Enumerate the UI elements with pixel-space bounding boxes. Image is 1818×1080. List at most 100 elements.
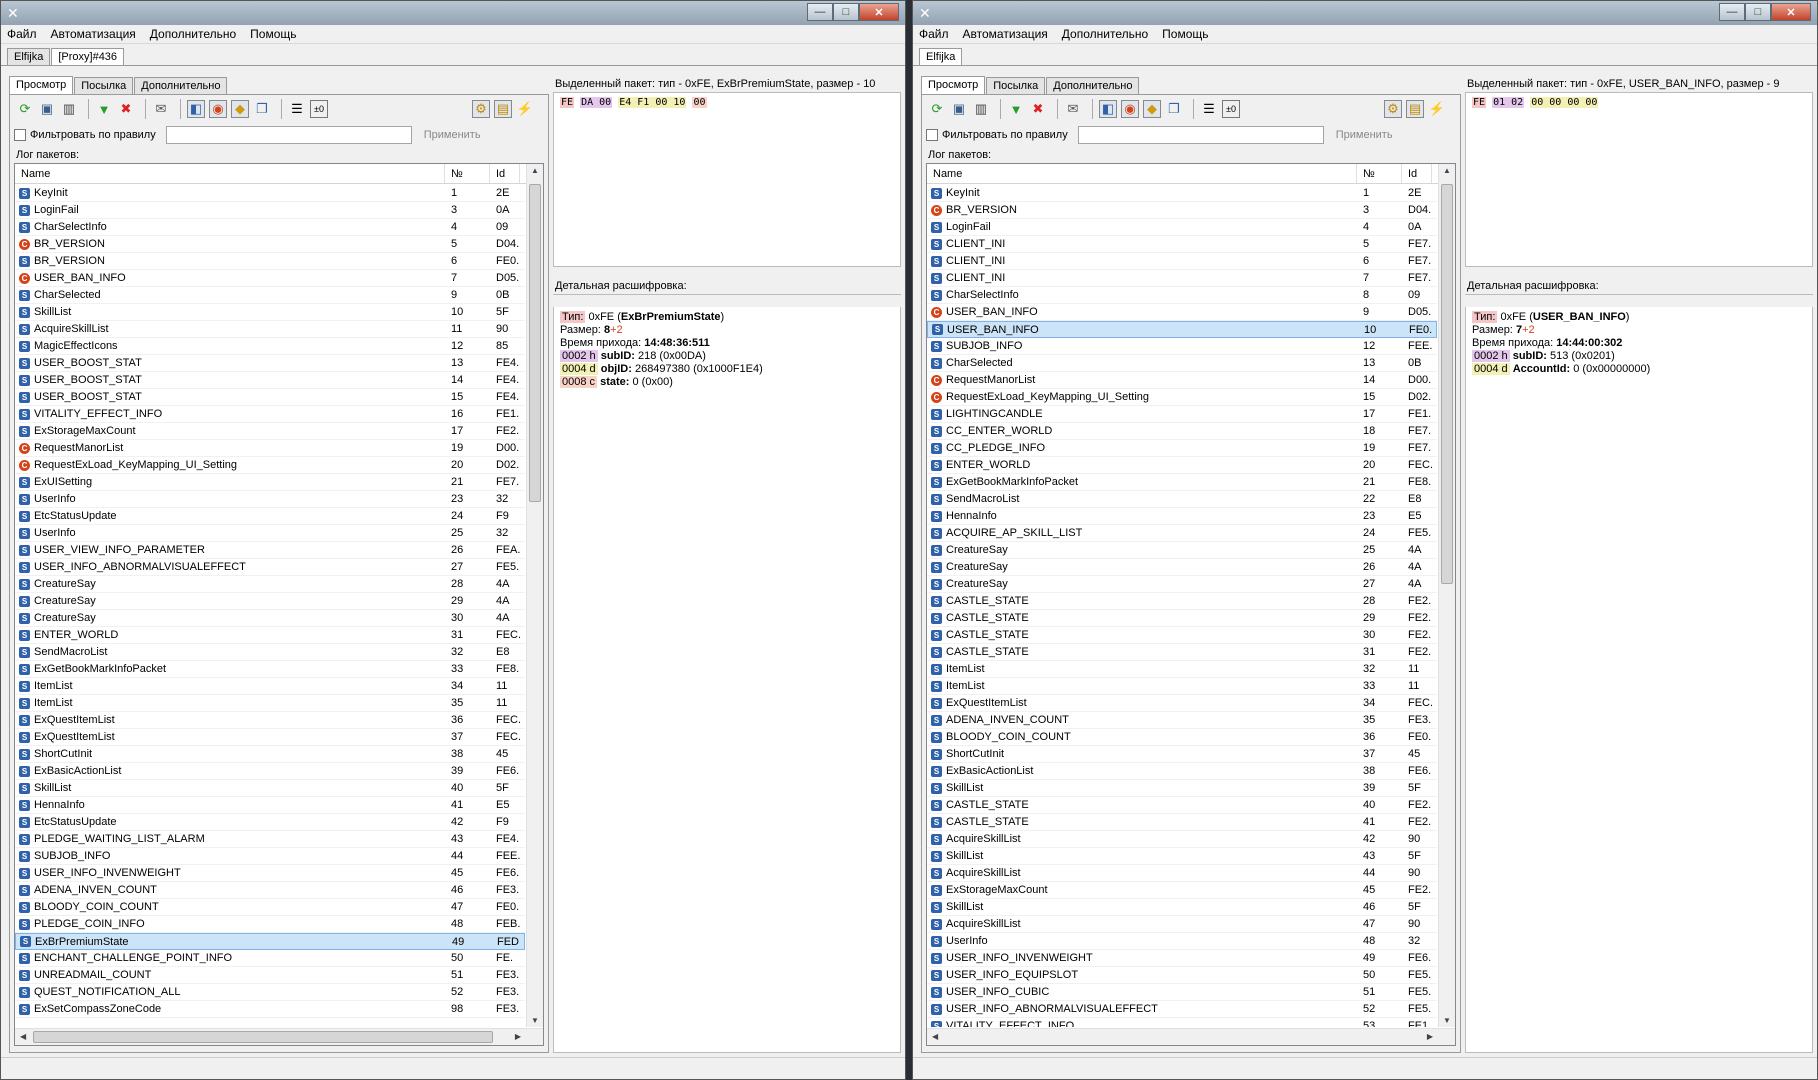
scroll-right-icon[interactable]: ▶ [515,1032,521,1041]
table-row[interactable]: S ExBasicActionList 39 FE6. [15,763,525,780]
table-row[interactable]: S CharSelectInfo 8 09 [927,287,1437,304]
title-bar[interactable]: ✕ — □ ✕ [913,1,1817,25]
table-row[interactable]: S HennaInfo 23 E5 [927,508,1437,525]
table-row[interactable]: S CreatureSay 29 4A [15,593,525,610]
detail-field[interactable]: 0004 d objID: 268497380 (0x1000F1E4) [560,363,894,376]
clear-icon[interactable]: ✖ [1029,100,1047,118]
save-icon[interactable]: ▣ [38,100,56,118]
table-row[interactable]: S SkillList 40 5F [15,780,525,797]
table-row[interactable]: S UNREADMAIL_COUNT 51 FE3. [15,967,525,984]
table-row[interactable]: S ExUISetting 21 FE7. [15,474,525,491]
table-row[interactable]: S CreatureSay 25 4A [927,542,1437,559]
tab-elfijka[interactable]: Elfijka [919,48,963,65]
filter-icon[interactable]: ▼ [1007,100,1025,118]
table-row[interactable]: S LoginFail 3 0A [15,202,525,219]
scroll-thumb[interactable] [1441,184,1453,584]
table-row[interactable]: S BR_VERSION 6 FE0. [15,253,525,270]
script-icon[interactable]: ⚙ [472,100,490,118]
table-row[interactable]: S CASTLE_STATE 41 FE2... [927,814,1437,831]
number-format-icon[interactable]: ±0 [310,100,328,118]
minimize-button[interactable]: — [1719,3,1745,21]
client-packets-icon[interactable]: ◉ [209,100,227,118]
table-row[interactable]: S KeyInit 1 2E [15,185,525,202]
table-row[interactable]: S CLIENT_INI 7 FE7... [927,270,1437,287]
vertical-scrollbar[interactable]: ▲ ▼ [526,164,543,1027]
table-row[interactable]: C RequestManorList 19 D00. [15,440,525,457]
table-row[interactable]: S USER_INFO_INVENWEIGHT 45 FE6. [15,865,525,882]
menu-file[interactable]: Файл [919,27,949,41]
table-row[interactable]: S USER_VIEW_INFO_PARAMETER 26 FEA. [15,542,525,559]
table-row[interactable]: S SkillList 10 5F [15,304,525,321]
save-icon[interactable]: ▣ [950,100,968,118]
table-row[interactable]: S SendMacroList 22 E8 [927,491,1437,508]
server-packets-icon[interactable]: ◧ [1099,100,1117,118]
table-row[interactable]: S SUBJOB_INFO 12 FEE... [927,338,1437,355]
tab-view[interactable]: Просмотр [921,76,986,94]
scroll-left-icon[interactable]: ◀ [20,1032,26,1041]
hex-bytes[interactable]: 01 02 [1492,97,1525,108]
horizontal-scrollbar[interactable]: ◀ ▶ [15,1028,543,1045]
table-row[interactable]: C RequestExLoad_KeyMapping_UI_Setting 15 D0… [927,389,1437,406]
table-row[interactable]: S ADENA_INVEN_COUNT 35 FE3... [927,712,1437,729]
hex-bytes[interactable]: FE [1472,97,1487,108]
table-row[interactable]: C RequestExLoad_KeyMapping_UI_Setting 20 D0… [15,457,525,474]
table-row[interactable]: S VITALITY_EFFECT_INFO 53 FE1... [927,1018,1437,1027]
scroll-down-icon[interactable]: ▼ [531,1016,539,1025]
scroll-up-icon[interactable]: ▲ [531,166,539,175]
detail-field[interactable]: 0002 h subID: 218 (0x00DA) [560,350,894,363]
table-row[interactable]: S AcquireSkillList 42 90 [927,831,1437,848]
table-row[interactable]: S ExQuestItemList 34 FEC... [927,695,1437,712]
menu-help[interactable]: Помощь [250,27,296,41]
table-row[interactable]: S CASTLE_STATE 29 FE2... [927,610,1437,627]
table-row[interactable]: C RequestManorList 14 D00... [927,372,1437,389]
hex-bytes[interactable]: E4 F1 00 10 [618,97,687,108]
pages-icon[interactable]: ❐ [1165,100,1183,118]
table-row[interactable]: S HennaInfo 41 E5 [15,797,525,814]
table-row[interactable]: S ExQuestItemList 36 FEC. [15,712,525,729]
table-row[interactable]: S ExStorageMaxCount 45 FE2... [927,882,1437,899]
table-row[interactable]: S BLOODY_COIN_COUNT 47 FE0. [15,899,525,916]
folder-icon[interactable]: ▤ [1406,100,1424,118]
filter-input[interactable] [165,126,412,144]
tab-proxy[interactable]: [Proxy]#436 [51,48,125,65]
table-row[interactable]: S CLIENT_INI 6 FE7... [927,253,1437,270]
table-row[interactable]: S USER_INFO_ABNORMALVISUALEFFECT 52 FE5... [927,1001,1437,1018]
table-row[interactable]: S PLEDGE_WAITING_LIST_ALARM 43 FE4. [15,831,525,848]
table-row[interactable]: S ExGetBookMarkInfoPacket 33 FE8. [15,661,525,678]
apply-button[interactable]: Применить [424,129,481,141]
folder-icon[interactable]: ▤ [494,100,512,118]
table-row[interactable]: S ExSetCompassZoneCode 98 FE3. [15,1001,525,1018]
table-row[interactable]: S CC_ENTER_WORLD 18 FE7... [927,423,1437,440]
apply-button[interactable]: Применить [1336,129,1393,141]
table-row[interactable]: S SendMacroList 32 E8 [15,644,525,661]
h-scroll-thumb[interactable] [33,1031,493,1043]
filter-checkbox[interactable] [14,129,26,141]
table-row[interactable]: S AcquireSkillList 11 90 [15,321,525,338]
table-row[interactable]: S SkillList 46 5F [927,899,1437,916]
close-button[interactable]: ✕ [859,3,899,21]
list-icon[interactable]: ☰ [288,100,306,118]
table-row[interactable]: S ENCHANT_CHALLENGE_POINT_INFO 50 FE. [15,950,525,967]
table-row[interactable]: S SkillList 43 5F [927,848,1437,865]
table-row[interactable]: S ACQUIRE_AP_SKILL_LIST 24 FE5... [927,525,1437,542]
scroll-thumb[interactable] [529,184,541,502]
table-row[interactable]: S EtcStatusUpdate 24 F9 [15,508,525,525]
disconnect-icon[interactable]: ⚡ [1428,100,1446,118]
table-row[interactable]: S VITALITY_EFFECT_INFO 16 FE1. [15,406,525,423]
table-row[interactable]: S CASTLE_STATE 30 FE2... [927,627,1437,644]
table-row[interactable]: S UserInfo 25 32 [15,525,525,542]
menu-file[interactable]: Файл [7,27,37,41]
menu-advanced[interactable]: Дополнительно [1062,27,1148,41]
table-row[interactable]: S USER_INFO_CUBIC 51 FE5... [927,984,1437,1001]
menu-help[interactable]: Помощь [1162,27,1208,41]
trash-icon[interactable]: ▥ [60,100,78,118]
table-row[interactable]: S CASTLE_STATE 28 FE2... [927,593,1437,610]
minimize-button[interactable]: — [807,3,833,21]
table-row[interactable]: S CharSelectInfo 4 09 [15,219,525,236]
filter-checkbox[interactable] [926,129,938,141]
table-row[interactable]: S ExStorageMaxCount 17 FE2. [15,423,525,440]
table-row[interactable]: C BR_VERSION 5 D04. [15,236,525,253]
refresh-icon[interactable]: ⟳ [16,100,34,118]
maximize-button[interactable]: □ [1745,3,1771,21]
table-row[interactable]: S USER_BOOST_STAT 14 FE4. [15,372,525,389]
